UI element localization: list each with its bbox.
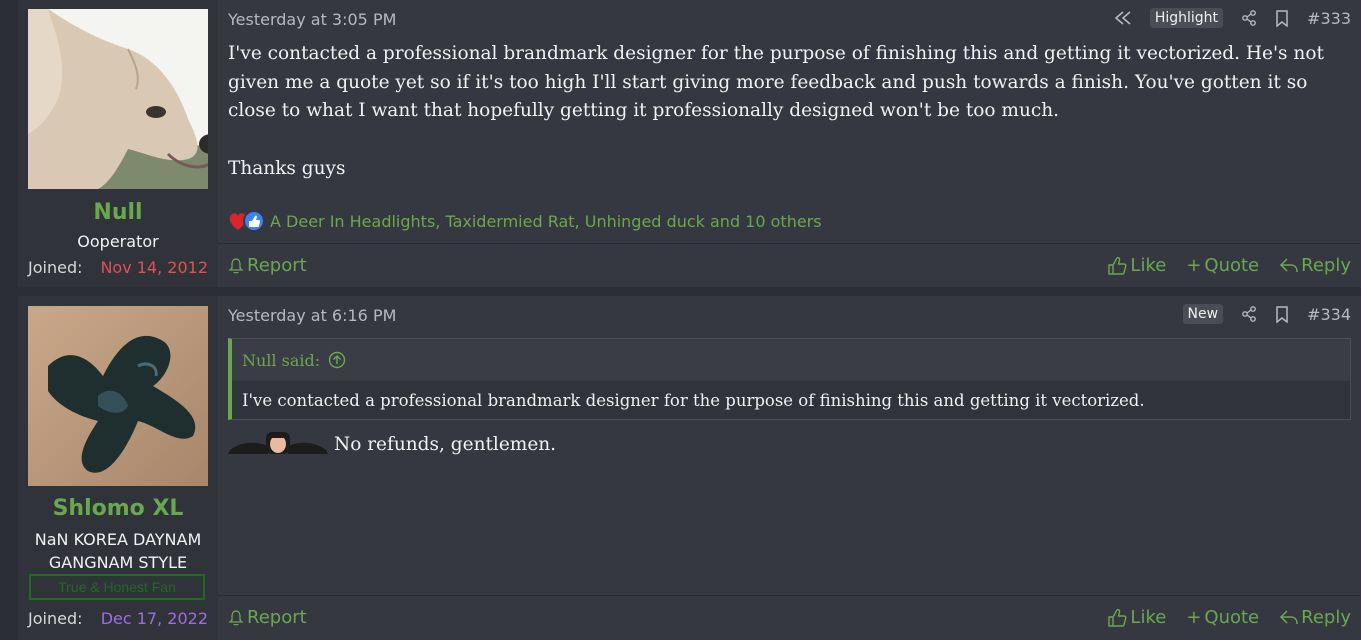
- highlight-badge: Highlight: [1149, 8, 1224, 28]
- user-title: Ooperator: [77, 232, 159, 251]
- report-label: Report: [247, 607, 307, 628]
- post-actions: Report Like + Quote Reply: [218, 243, 1361, 287]
- reply-content: No refunds, gentlemen.: [228, 430, 556, 459]
- avatar[interactable]: [28, 306, 208, 486]
- like-label: Like: [1130, 607, 1167, 628]
- reply-label: Reply: [1301, 255, 1351, 276]
- post-number[interactable]: #333: [1307, 9, 1351, 28]
- bell-icon: [228, 258, 244, 274]
- rewind-icon[interactable]: [1114, 11, 1132, 25]
- share-icon[interactable]: [1241, 10, 1257, 26]
- like-button[interactable]: Like: [1108, 607, 1166, 628]
- reaction-icons: [228, 209, 265, 233]
- plus-icon: +: [1186, 255, 1202, 276]
- post-334: Shlomo XL NaN KOREA DAYNAM GANGNAM STYLE…: [18, 296, 1361, 640]
- bookmark-icon[interactable]: [1275, 9, 1289, 27]
- joined-date: Nov 14, 2012: [100, 258, 208, 277]
- post-main: Yesterday at 3:05 PM Highlight #333 I've…: [218, 0, 1361, 287]
- user-title-line: GANGNAM STYLE: [48, 553, 188, 572]
- quote-label: Quote: [1204, 607, 1260, 628]
- quote-block: Null said: I've contacted a professional…: [228, 338, 1351, 420]
- joined-row: Joined: Dec 17, 2022: [28, 609, 208, 628]
- plus-icon: +: [1186, 607, 1202, 628]
- report-label: Report: [247, 255, 307, 276]
- share-icon[interactable]: [1241, 306, 1257, 322]
- arrow-up-circle-icon: [328, 351, 346, 369]
- like-label: Like: [1130, 255, 1167, 276]
- reactions-bar[interactable]: A Deer In Headlights, Taxidermied Rat, U…: [228, 209, 822, 233]
- user-title: NaN KOREA DAYNAM GANGNAM STYLE: [18, 528, 218, 574]
- post-tools: New #334: [1182, 304, 1351, 324]
- quote-text: I've contacted a professional brandmark …: [232, 381, 1350, 419]
- report-button[interactable]: Report: [228, 607, 307, 628]
- post-main: Yesterday at 6:16 PM New #334 Null said:…: [218, 296, 1361, 640]
- new-badge: New: [1182, 304, 1224, 324]
- post-actions: Report Like + Quote Reply: [218, 595, 1361, 639]
- joined-label: Joined:: [28, 609, 83, 628]
- quote-label: Quote: [1204, 255, 1260, 276]
- user-card: Shlomo XL NaN KOREA DAYNAM GANGNAM STYLE…: [18, 296, 218, 640]
- post-timestamp[interactable]: Yesterday at 6:16 PM: [228, 306, 396, 325]
- emoji-image: [228, 430, 328, 459]
- reply-icon: [1280, 258, 1298, 273]
- quote-header[interactable]: Null said:: [232, 339, 1350, 381]
- reply-label: Reply: [1301, 607, 1351, 628]
- post-number[interactable]: #334: [1307, 305, 1351, 324]
- post-body: I've contacted a professional brandmark …: [228, 40, 1353, 212]
- joined-row: Joined: Nov 14, 2012: [28, 258, 208, 277]
- joined-label: Joined:: [28, 258, 83, 277]
- user-banner: True & Honest Fan: [29, 574, 205, 600]
- bookmark-icon[interactable]: [1275, 305, 1289, 323]
- quote-button[interactable]: + Quote: [1186, 607, 1259, 628]
- post-tools: Highlight #333: [1114, 8, 1351, 28]
- bell-icon: [228, 610, 244, 626]
- like-button[interactable]: Like: [1108, 255, 1166, 276]
- thumbs-up-icon: [1108, 256, 1127, 275]
- reply-text: No refunds, gentlemen.: [334, 434, 557, 455]
- thumbs-up-icon: [1108, 608, 1127, 627]
- avatar[interactable]: [28, 9, 208, 189]
- post-timestamp[interactable]: Yesterday at 3:05 PM: [228, 10, 396, 29]
- reactions-text[interactable]: A Deer In Headlights, Taxidermied Rat, U…: [270, 212, 822, 231]
- quote-author[interactable]: Null said:: [242, 351, 320, 370]
- reply-icon: [1280, 610, 1298, 625]
- joined-date: Dec 17, 2022: [100, 609, 208, 628]
- post-paragraph: I've contacted a professional brandmark …: [228, 43, 1324, 121]
- user-title-line: NaN KOREA DAYNAM: [34, 530, 202, 549]
- quote-button[interactable]: + Quote: [1186, 255, 1259, 276]
- username[interactable]: Shlomo XL: [18, 496, 218, 521]
- report-button[interactable]: Report: [228, 255, 307, 276]
- post-paragraph: Thanks guys: [228, 157, 346, 179]
- user-card: Null Ooperator Joined: Nov 14, 2012: [18, 0, 218, 287]
- username[interactable]: Null: [18, 200, 218, 225]
- post-333: Null Ooperator Joined: Nov 14, 2012 Yest…: [18, 0, 1361, 287]
- reply-button[interactable]: Reply: [1279, 255, 1351, 276]
- reply-button[interactable]: Reply: [1279, 607, 1351, 628]
